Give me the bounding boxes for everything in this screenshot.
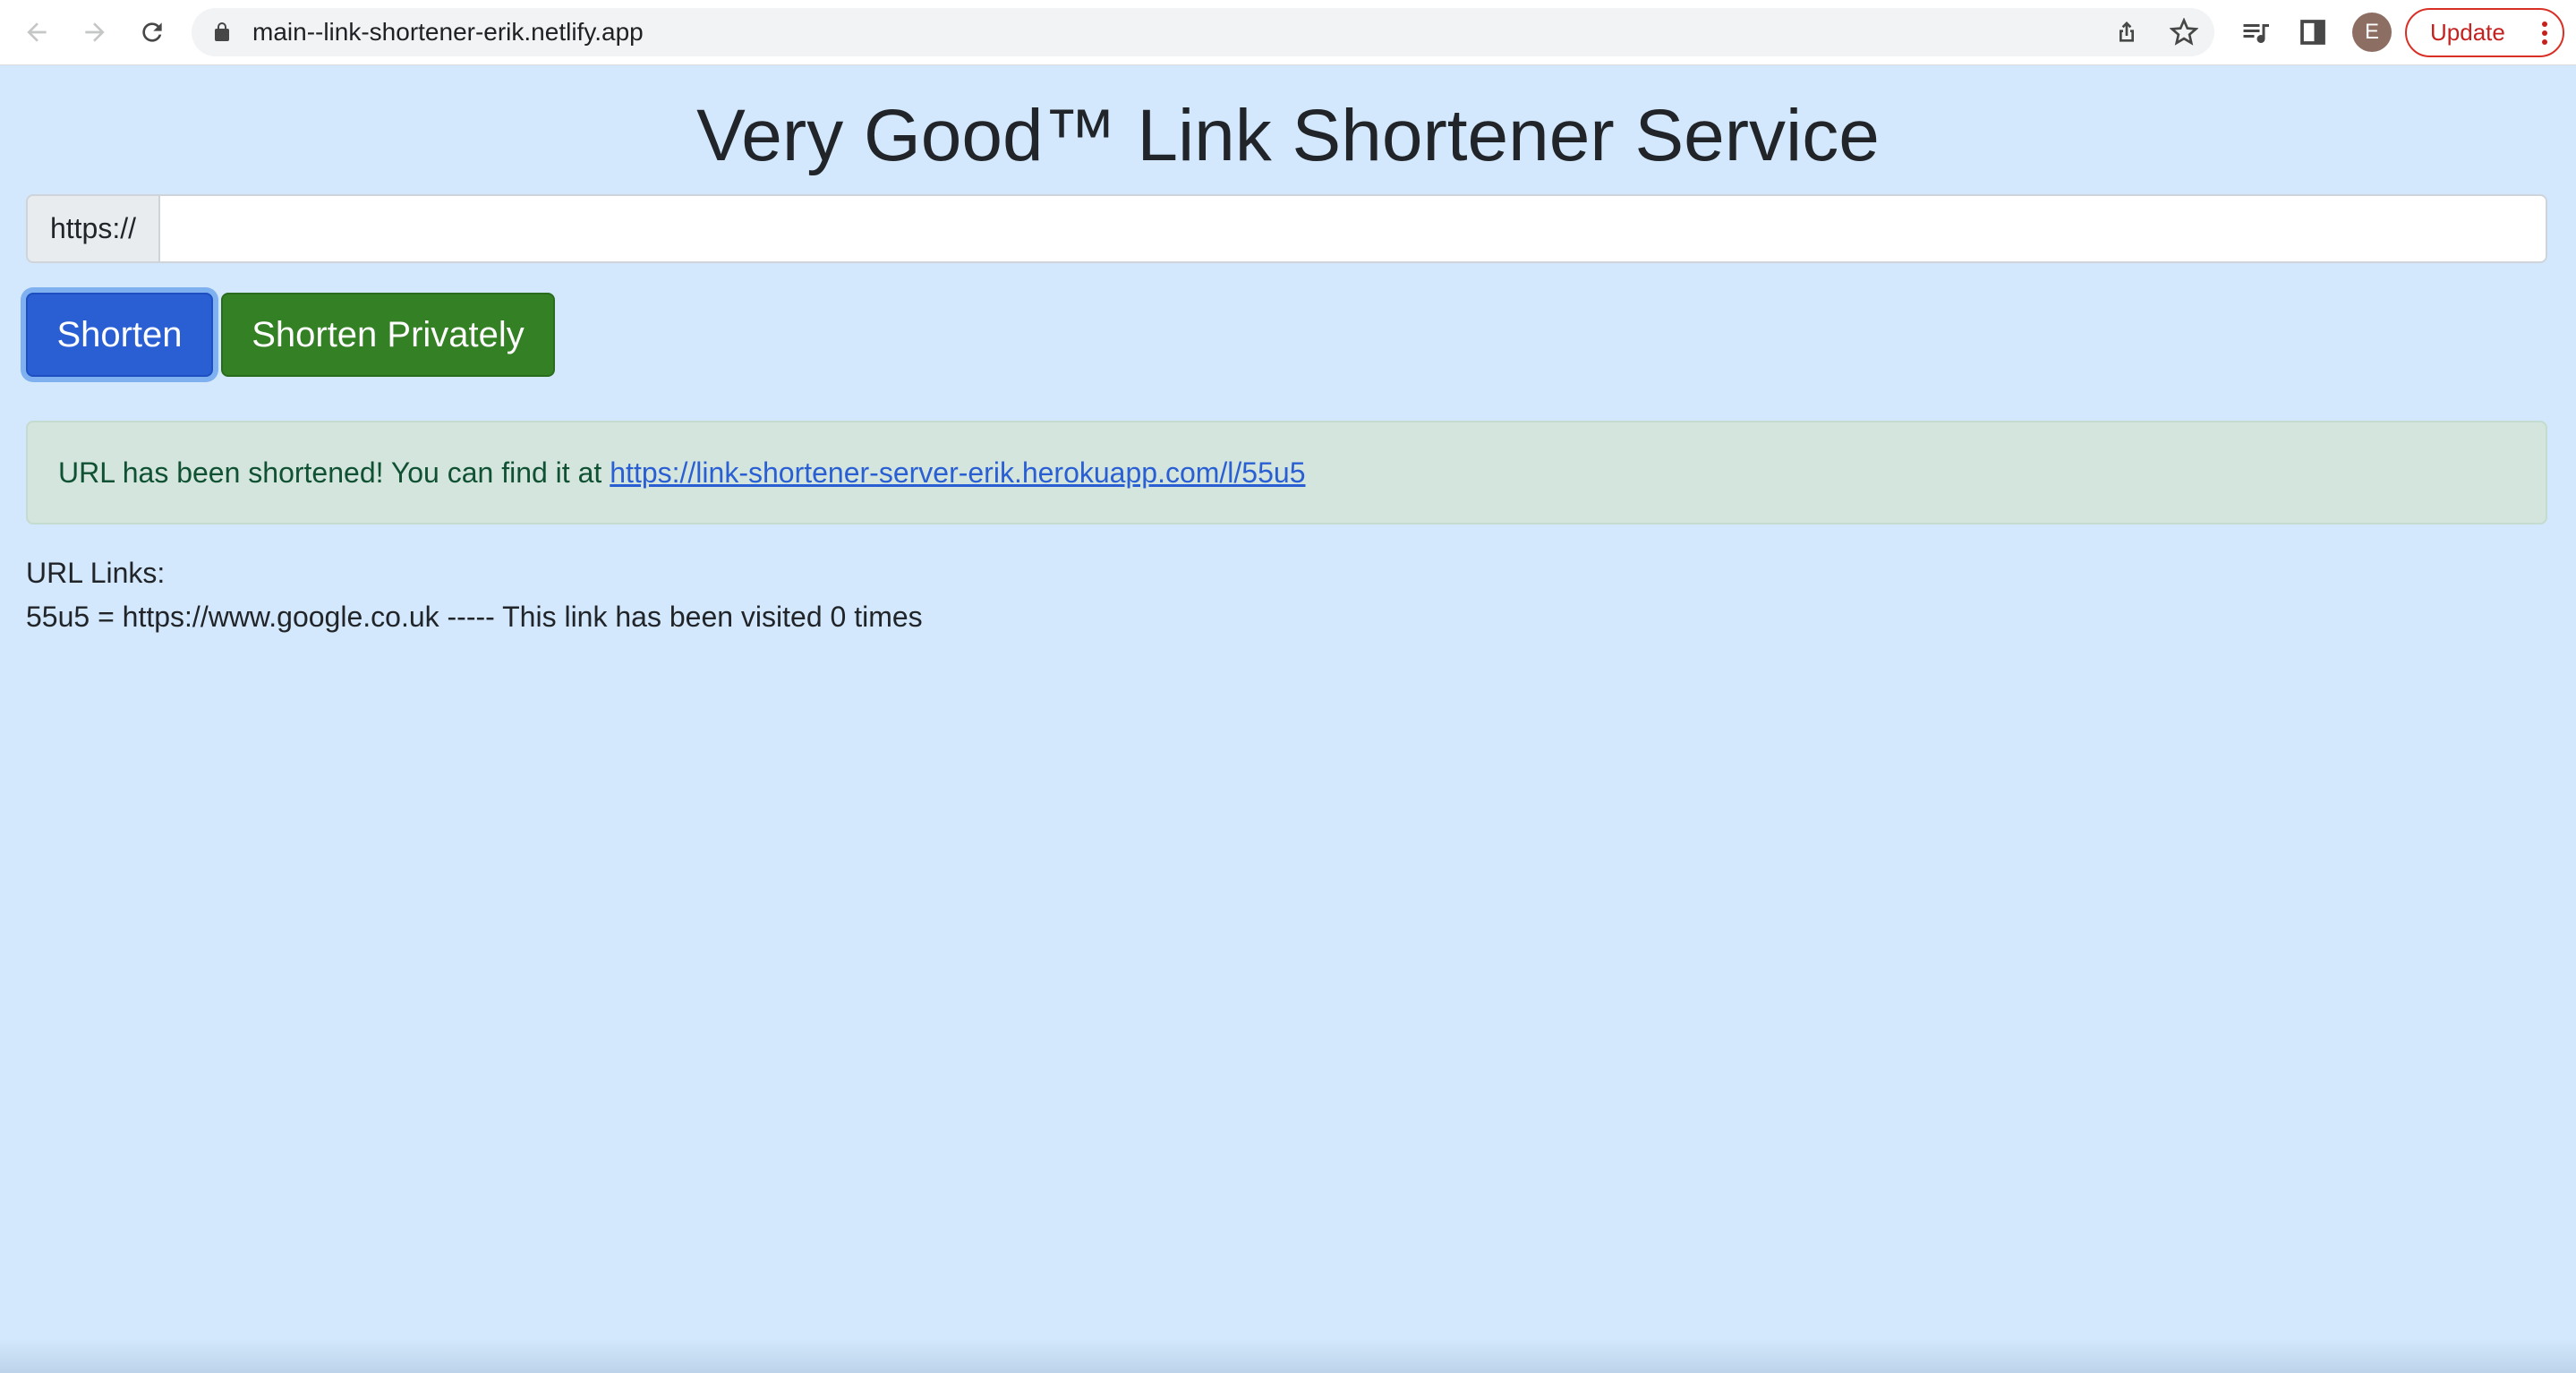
url-text[interactable]: main--link-shortener-erik.netlify.app (252, 8, 644, 56)
url-links-heading: URL Links: (26, 557, 166, 589)
address-bar[interactable]: main--link-shortener-erik.netlify.app (192, 8, 2214, 56)
reload-button[interactable] (132, 13, 172, 52)
update-button[interactable]: Update (2405, 8, 2564, 57)
browser-toolbar: main--link-shortener-erik.netlify.app E … (0, 0, 2576, 65)
shorten-privately-button[interactable]: Shorten Privately (221, 293, 555, 377)
back-button[interactable] (17, 13, 56, 52)
lock-icon (215, 22, 229, 41)
alert-message: URL has been shortened! You can find it … (58, 456, 602, 489)
more-vert-icon (2542, 21, 2547, 45)
reload-icon (142, 22, 162, 42)
url-input[interactable] (158, 194, 2547, 263)
forward-button[interactable] (75, 13, 115, 52)
arrow-right-icon (85, 22, 105, 42)
share-icon[interactable] (2112, 18, 2141, 47)
url-prefix: https:// (26, 194, 158, 263)
shorten-button[interactable]: Shorten (26, 293, 213, 377)
url-input-group: https:// (26, 194, 2547, 263)
list-item: 55u5 = https://www.google.co.uk ----- Th… (26, 601, 923, 633)
success-alert: URL has been shortened! You can find it … (26, 421, 2547, 524)
side-panel-icon[interactable] (2297, 16, 2329, 48)
profile-avatar[interactable]: E (2352, 13, 2392, 52)
bookmark-star-icon[interactable] (2170, 18, 2198, 47)
bottom-shadow (0, 1339, 2576, 1373)
arrow-left-icon (27, 22, 47, 42)
page-title: Very Good™ Link Shortener Service (696, 95, 1880, 176)
short-url-link[interactable]: https://link-shortener-server-erik.herok… (610, 456, 1305, 490)
reading-list-icon[interactable] (2239, 16, 2272, 48)
update-label: Update (2430, 19, 2505, 46)
